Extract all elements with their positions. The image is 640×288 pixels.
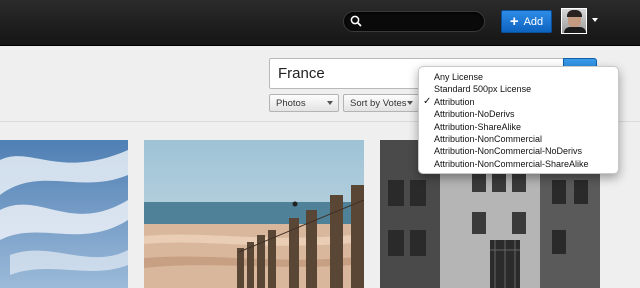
chevron-down-icon — [327, 101, 333, 105]
add-button[interactable]: + Add — [501, 10, 552, 33]
photo-type-select[interactable]: Photos — [269, 94, 339, 112]
top-navigation-bar: + Add — [0, 0, 640, 46]
menu-item-attribution[interactable]: ✓ Attribution — [419, 96, 618, 108]
menu-item-any-license[interactable]: Any License — [419, 71, 618, 83]
chevron-down-icon[interactable] — [592, 18, 598, 22]
menu-item-attribution-noncommercial[interactable]: Attribution-NonCommercial — [419, 133, 618, 145]
menu-item-attribution-noncommercial-sharealike[interactable]: Attribution-NonCommercial-ShareAlike — [419, 158, 618, 170]
menu-item-standard-license[interactable]: Standard 500px License — [419, 83, 618, 95]
checkmark-icon: ✓ — [423, 95, 432, 107]
site-search-input[interactable] — [343, 11, 485, 32]
menu-item-attribution-noderivs[interactable]: Attribution-NoDerivs — [419, 108, 618, 120]
search-icon — [350, 15, 362, 27]
plus-icon: + — [509, 12, 519, 30]
chevron-down-icon — [407, 101, 413, 105]
photo-thumbnail-beach[interactable] — [144, 140, 364, 288]
menu-item-attribution-noncommercial-noderivs[interactable]: Attribution-NonCommercial-NoDerivs — [419, 145, 618, 157]
photo-type-value: Photos — [276, 98, 306, 109]
avatar[interactable] — [561, 8, 587, 34]
sort-select[interactable]: Sort by Votes — [343, 94, 419, 112]
license-dropdown-menu: Any License Standard 500px License ✓ Attr… — [418, 66, 619, 174]
page: + Add France Photos Sort by Votes Any Li… — [0, 0, 640, 288]
photo-thumbnail-sky[interactable] — [0, 140, 128, 288]
sort-value: Sort by Votes — [350, 98, 407, 109]
menu-item-attribution-sharealike[interactable]: Attribution-ShareAlike — [419, 121, 618, 133]
add-button-label: Add — [523, 15, 544, 28]
